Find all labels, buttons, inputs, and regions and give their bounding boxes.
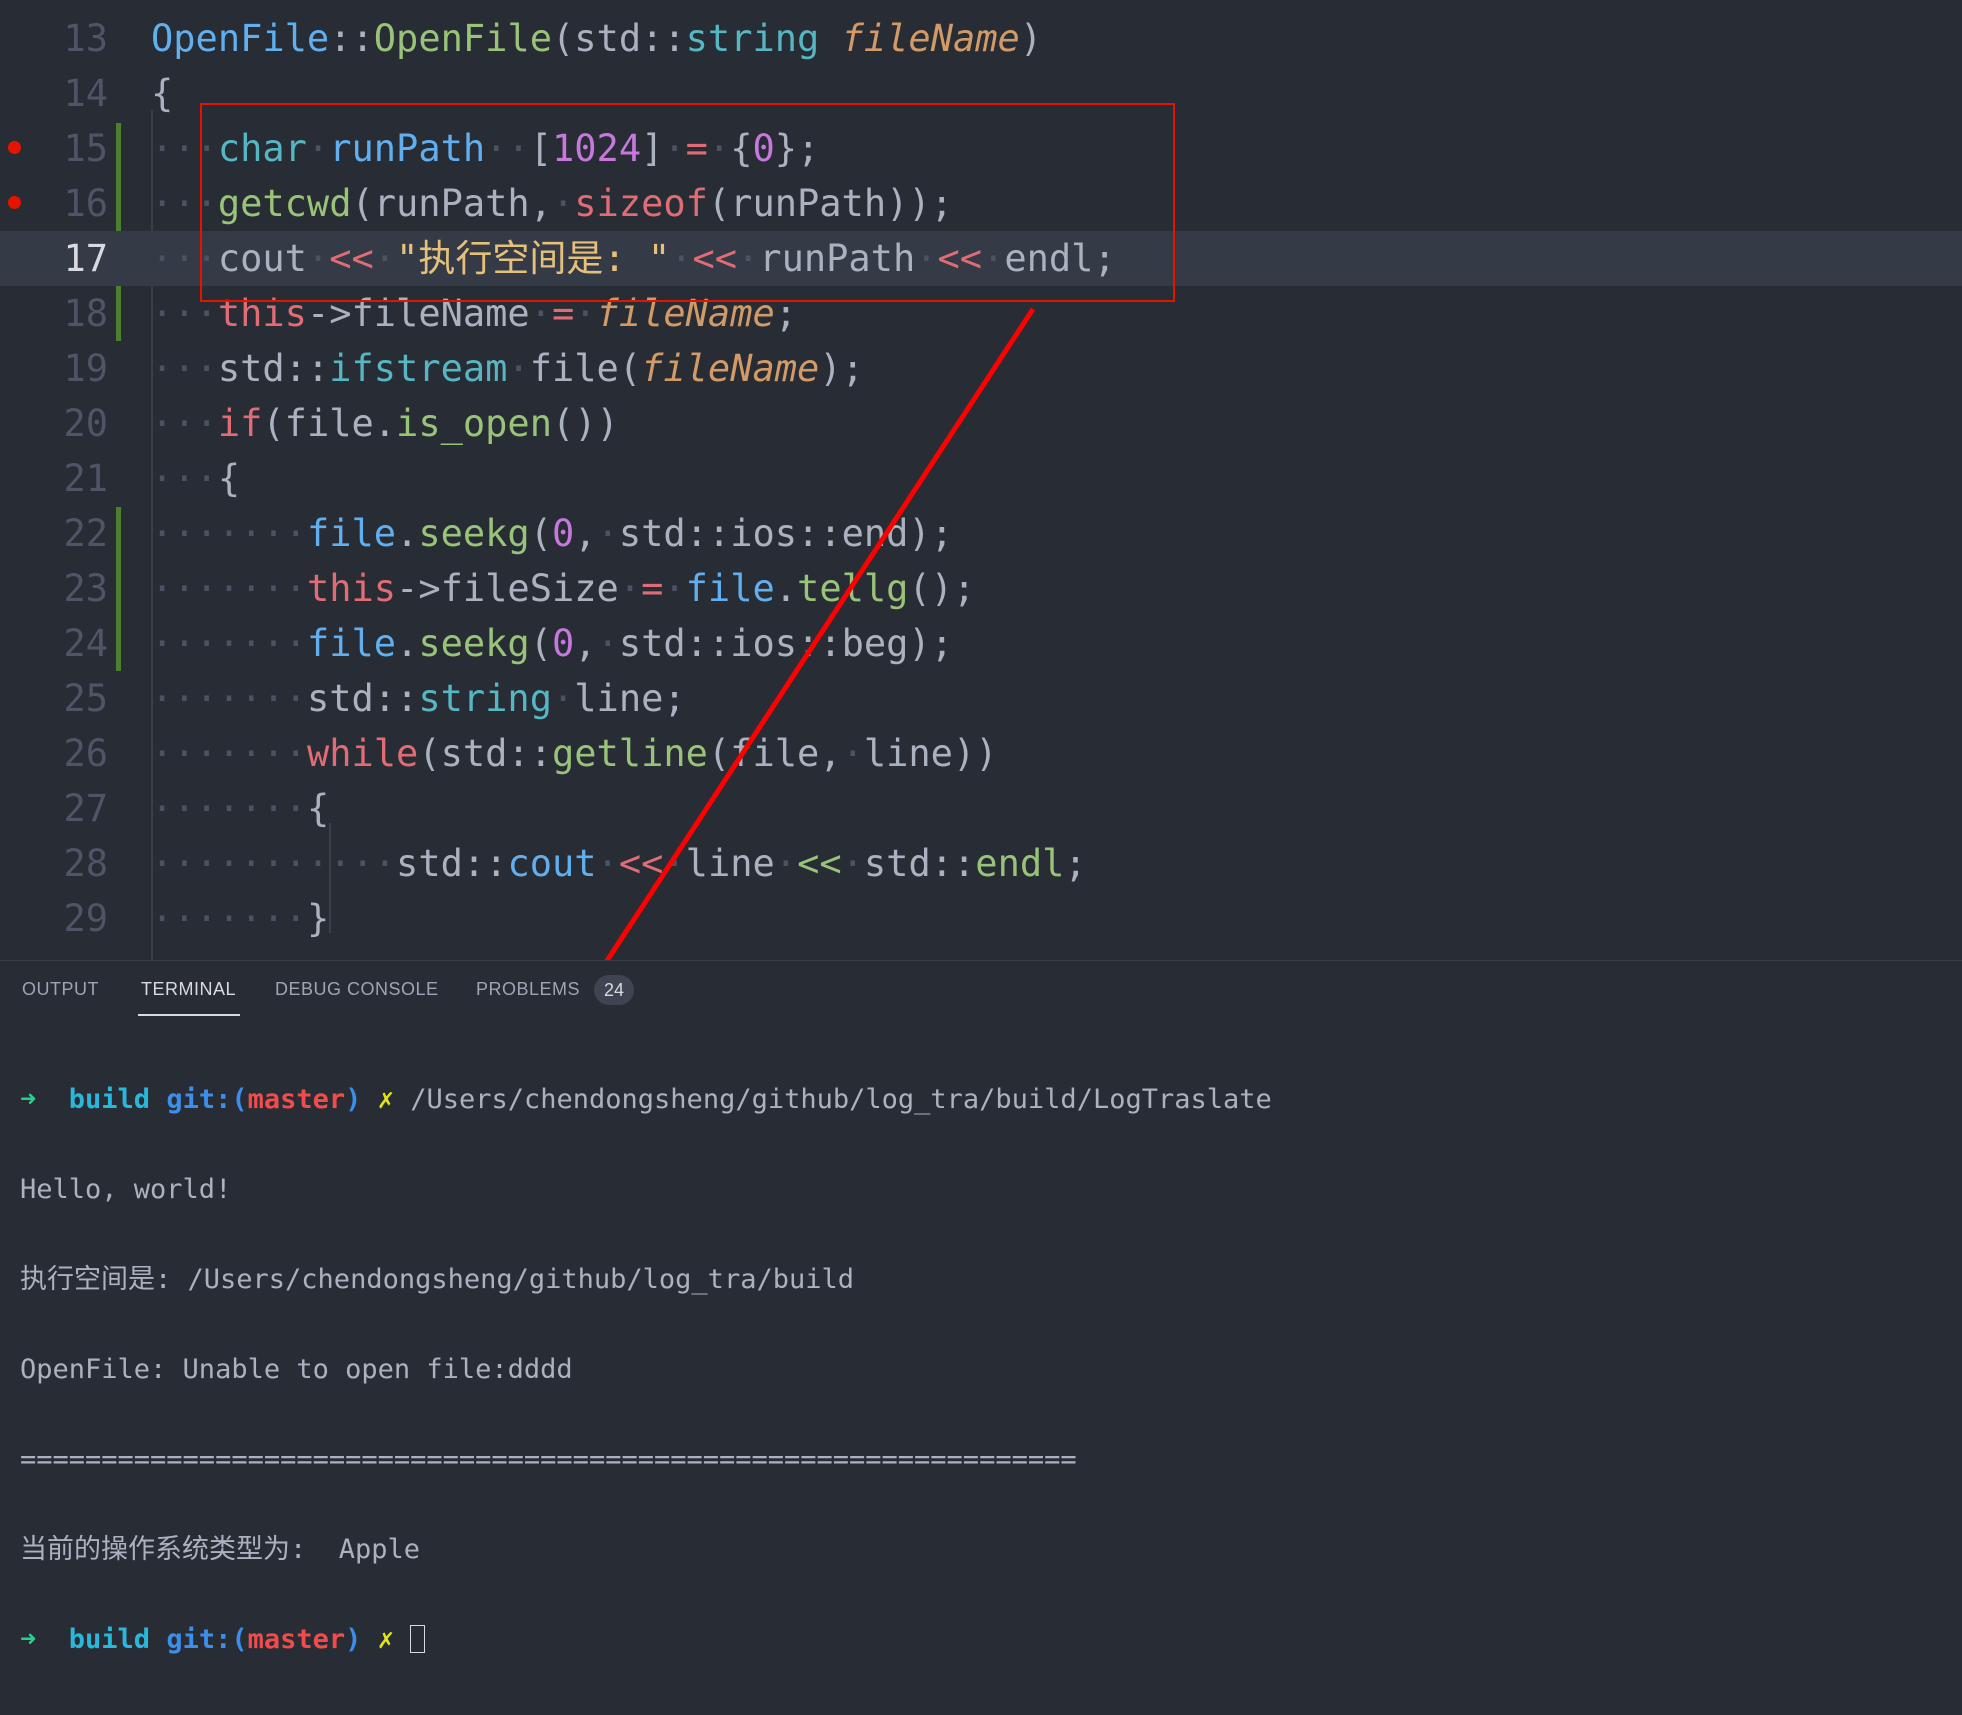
code-text: ···getcwd(runPath,·sizeof(runPath)); bbox=[151, 182, 953, 225]
code-text: ···if(file.is_open()) bbox=[151, 402, 619, 445]
line-number: 29 bbox=[63, 897, 108, 940]
line-number: 13 bbox=[63, 17, 108, 60]
code-line[interactable]: 16 ···getcwd(runPath,·sizeof(runPath)); bbox=[0, 176, 1962, 231]
code-line[interactable]: 24 ·······file.seekg(0,·std::ios::beg); bbox=[0, 616, 1962, 671]
code-text: ·······{ bbox=[151, 787, 330, 830]
code-text: ·······} bbox=[151, 897, 330, 940]
code-text: ···{ bbox=[151, 457, 241, 500]
tab-terminal[interactable]: TERMINAL bbox=[141, 979, 236, 1000]
prompt-dir: build bbox=[68, 1084, 151, 1115]
bottom-panel: OUTPUT TERMINAL DEBUG CONSOLE PROBLEMS 2… bbox=[0, 960, 1962, 1655]
line-number: 20 bbox=[63, 402, 108, 445]
terminal-output[interactable]: ➜ build git:(master) ✗ /Users/chendongsh… bbox=[20, 1025, 1272, 1715]
prompt-git-close: ) bbox=[345, 1084, 362, 1115]
line-number: 28 bbox=[63, 842, 108, 885]
tab-output[interactable]: OUTPUT bbox=[22, 979, 99, 1000]
line-number: 26 bbox=[63, 732, 108, 775]
code-text: ···this->fileName·=·fileName; bbox=[151, 292, 798, 335]
code-text: OpenFile::OpenFile(std::string fileName) bbox=[151, 17, 1043, 60]
code-text: ·······while(std::getline(file,·line)) bbox=[151, 732, 998, 775]
code-line[interactable]: 18 ···this->fileName·=·fileName; bbox=[0, 286, 1962, 341]
terminal-cursor bbox=[410, 1625, 426, 1653]
line-number: 25 bbox=[63, 677, 108, 720]
terminal-prompt-line: ➜ build git:(master) ✗ bbox=[20, 1625, 1272, 1655]
line-number: 14 bbox=[63, 72, 108, 115]
prompt-arrow-icon: ➜ bbox=[20, 1084, 37, 1115]
code-text: ···std::ifstream·file(fileName); bbox=[151, 347, 864, 390]
line-number: 16 bbox=[63, 182, 108, 225]
line-number: 27 bbox=[63, 787, 108, 830]
problems-count-badge: 24 bbox=[594, 975, 634, 1005]
code-text: { bbox=[151, 72, 174, 115]
prompt-git: git:( bbox=[166, 1624, 248, 1655]
line-number: 19 bbox=[63, 347, 108, 390]
terminal-output-line: 执行空间是: /Users/chendongsheng/github/log_t… bbox=[20, 1264, 854, 1295]
code-line[interactable]: 28 ···········std::cout·<<·line·<<·std::e… bbox=[0, 836, 1962, 891]
prompt-arrow-icon: ➜ bbox=[20, 1624, 37, 1655]
tab-problems[interactable]: PROBLEMS bbox=[476, 979, 580, 1000]
terminal-output-line: ========================================… bbox=[20, 1444, 1077, 1475]
code-line[interactable]: 26 ·······while(std::getline(file,·line)) bbox=[0, 726, 1962, 781]
code-line[interactable]: 27 ·······{ bbox=[0, 781, 1962, 836]
prompt-git: git:( bbox=[166, 1084, 248, 1115]
code-editor[interactable]: 13 OpenFile::OpenFile(std::string fileNam… bbox=[0, 0, 1962, 960]
breakpoint-icon[interactable] bbox=[8, 141, 21, 154]
code-line[interactable]: 14 { bbox=[0, 66, 1962, 121]
panel-tabs: OUTPUT TERMINAL DEBUG CONSOLE PROBLEMS 2… bbox=[0, 961, 1962, 1017]
code-text: ···cout·<<·"执行空间是: "·<<·runPath·<<·endl; bbox=[151, 237, 1116, 280]
code-text: ···········std::cout·<<·line·<<·std::end… bbox=[151, 842, 1087, 885]
tab-debug-console[interactable]: DEBUG CONSOLE bbox=[275, 979, 439, 1000]
prompt-dirty-icon: ✗ bbox=[377, 1624, 394, 1655]
active-tab-indicator bbox=[138, 1014, 240, 1016]
code-text: ·······this->fileSize·=·file.tellg(); bbox=[151, 567, 976, 610]
prompt-command: /Users/chendongsheng/github/log_tra/buil… bbox=[410, 1084, 1272, 1115]
prompt-dir: build bbox=[68, 1624, 151, 1655]
prompt-branch: master bbox=[247, 1624, 346, 1655]
terminal-prompt-line: ➜ build git:(master) ✗ /Users/chendongsh… bbox=[20, 1085, 1272, 1115]
terminal-output-line: 当前的操作系统类型为: Apple bbox=[20, 1534, 421, 1565]
line-number: 15 bbox=[63, 127, 108, 170]
terminal-output-line: OpenFile: Unable to open file:dddd bbox=[20, 1354, 573, 1385]
code-line[interactable]: 19 ···std::ifstream·file(fileName); bbox=[0, 341, 1962, 396]
prompt-dirty-icon: ✗ bbox=[377, 1084, 394, 1115]
code-line[interactable]: 25 ·······std::string·line; bbox=[0, 671, 1962, 726]
line-number: 24 bbox=[63, 622, 108, 665]
code-line[interactable]: 20 ···if(file.is_open()) bbox=[0, 396, 1962, 451]
code-line[interactable]: 17 ···cout·<<·"执行空间是: "·<<·runPath·<<·end… bbox=[0, 231, 1962, 286]
code-text: ···char·runPath··[1024]·=·{0}; bbox=[151, 127, 820, 170]
code-line[interactable]: 15 ···char·runPath··[1024]·=·{0}; bbox=[0, 121, 1962, 176]
code-line[interactable]: 22 ·······file.seekg(0,·std::ios::end); bbox=[0, 506, 1962, 561]
breakpoint-icon[interactable] bbox=[8, 196, 21, 209]
code-text: ·······file.seekg(0,·std::ios::beg); bbox=[151, 622, 953, 665]
terminal-output-line: Hello, world! bbox=[20, 1174, 232, 1205]
code-line[interactable]: 13 OpenFile::OpenFile(std::string fileNam… bbox=[0, 11, 1962, 66]
code-line[interactable]: 21 ···{ bbox=[0, 451, 1962, 506]
code-text: ·······file.seekg(0,·std::ios::end); bbox=[151, 512, 953, 555]
code-line[interactable]: 23 ·······this->fileSize·=·file.tellg(); bbox=[0, 561, 1962, 616]
line-number: 17 bbox=[63, 237, 108, 280]
code-line[interactable]: 29 ·······} bbox=[0, 891, 1962, 946]
line-number: 21 bbox=[63, 457, 108, 500]
code-text: ·······std::string·line; bbox=[151, 677, 686, 720]
line-number: 22 bbox=[63, 512, 108, 555]
prompt-branch: master bbox=[247, 1084, 346, 1115]
prompt-git-close: ) bbox=[345, 1624, 362, 1655]
line-number: 18 bbox=[63, 292, 108, 335]
line-number: 23 bbox=[63, 567, 108, 610]
